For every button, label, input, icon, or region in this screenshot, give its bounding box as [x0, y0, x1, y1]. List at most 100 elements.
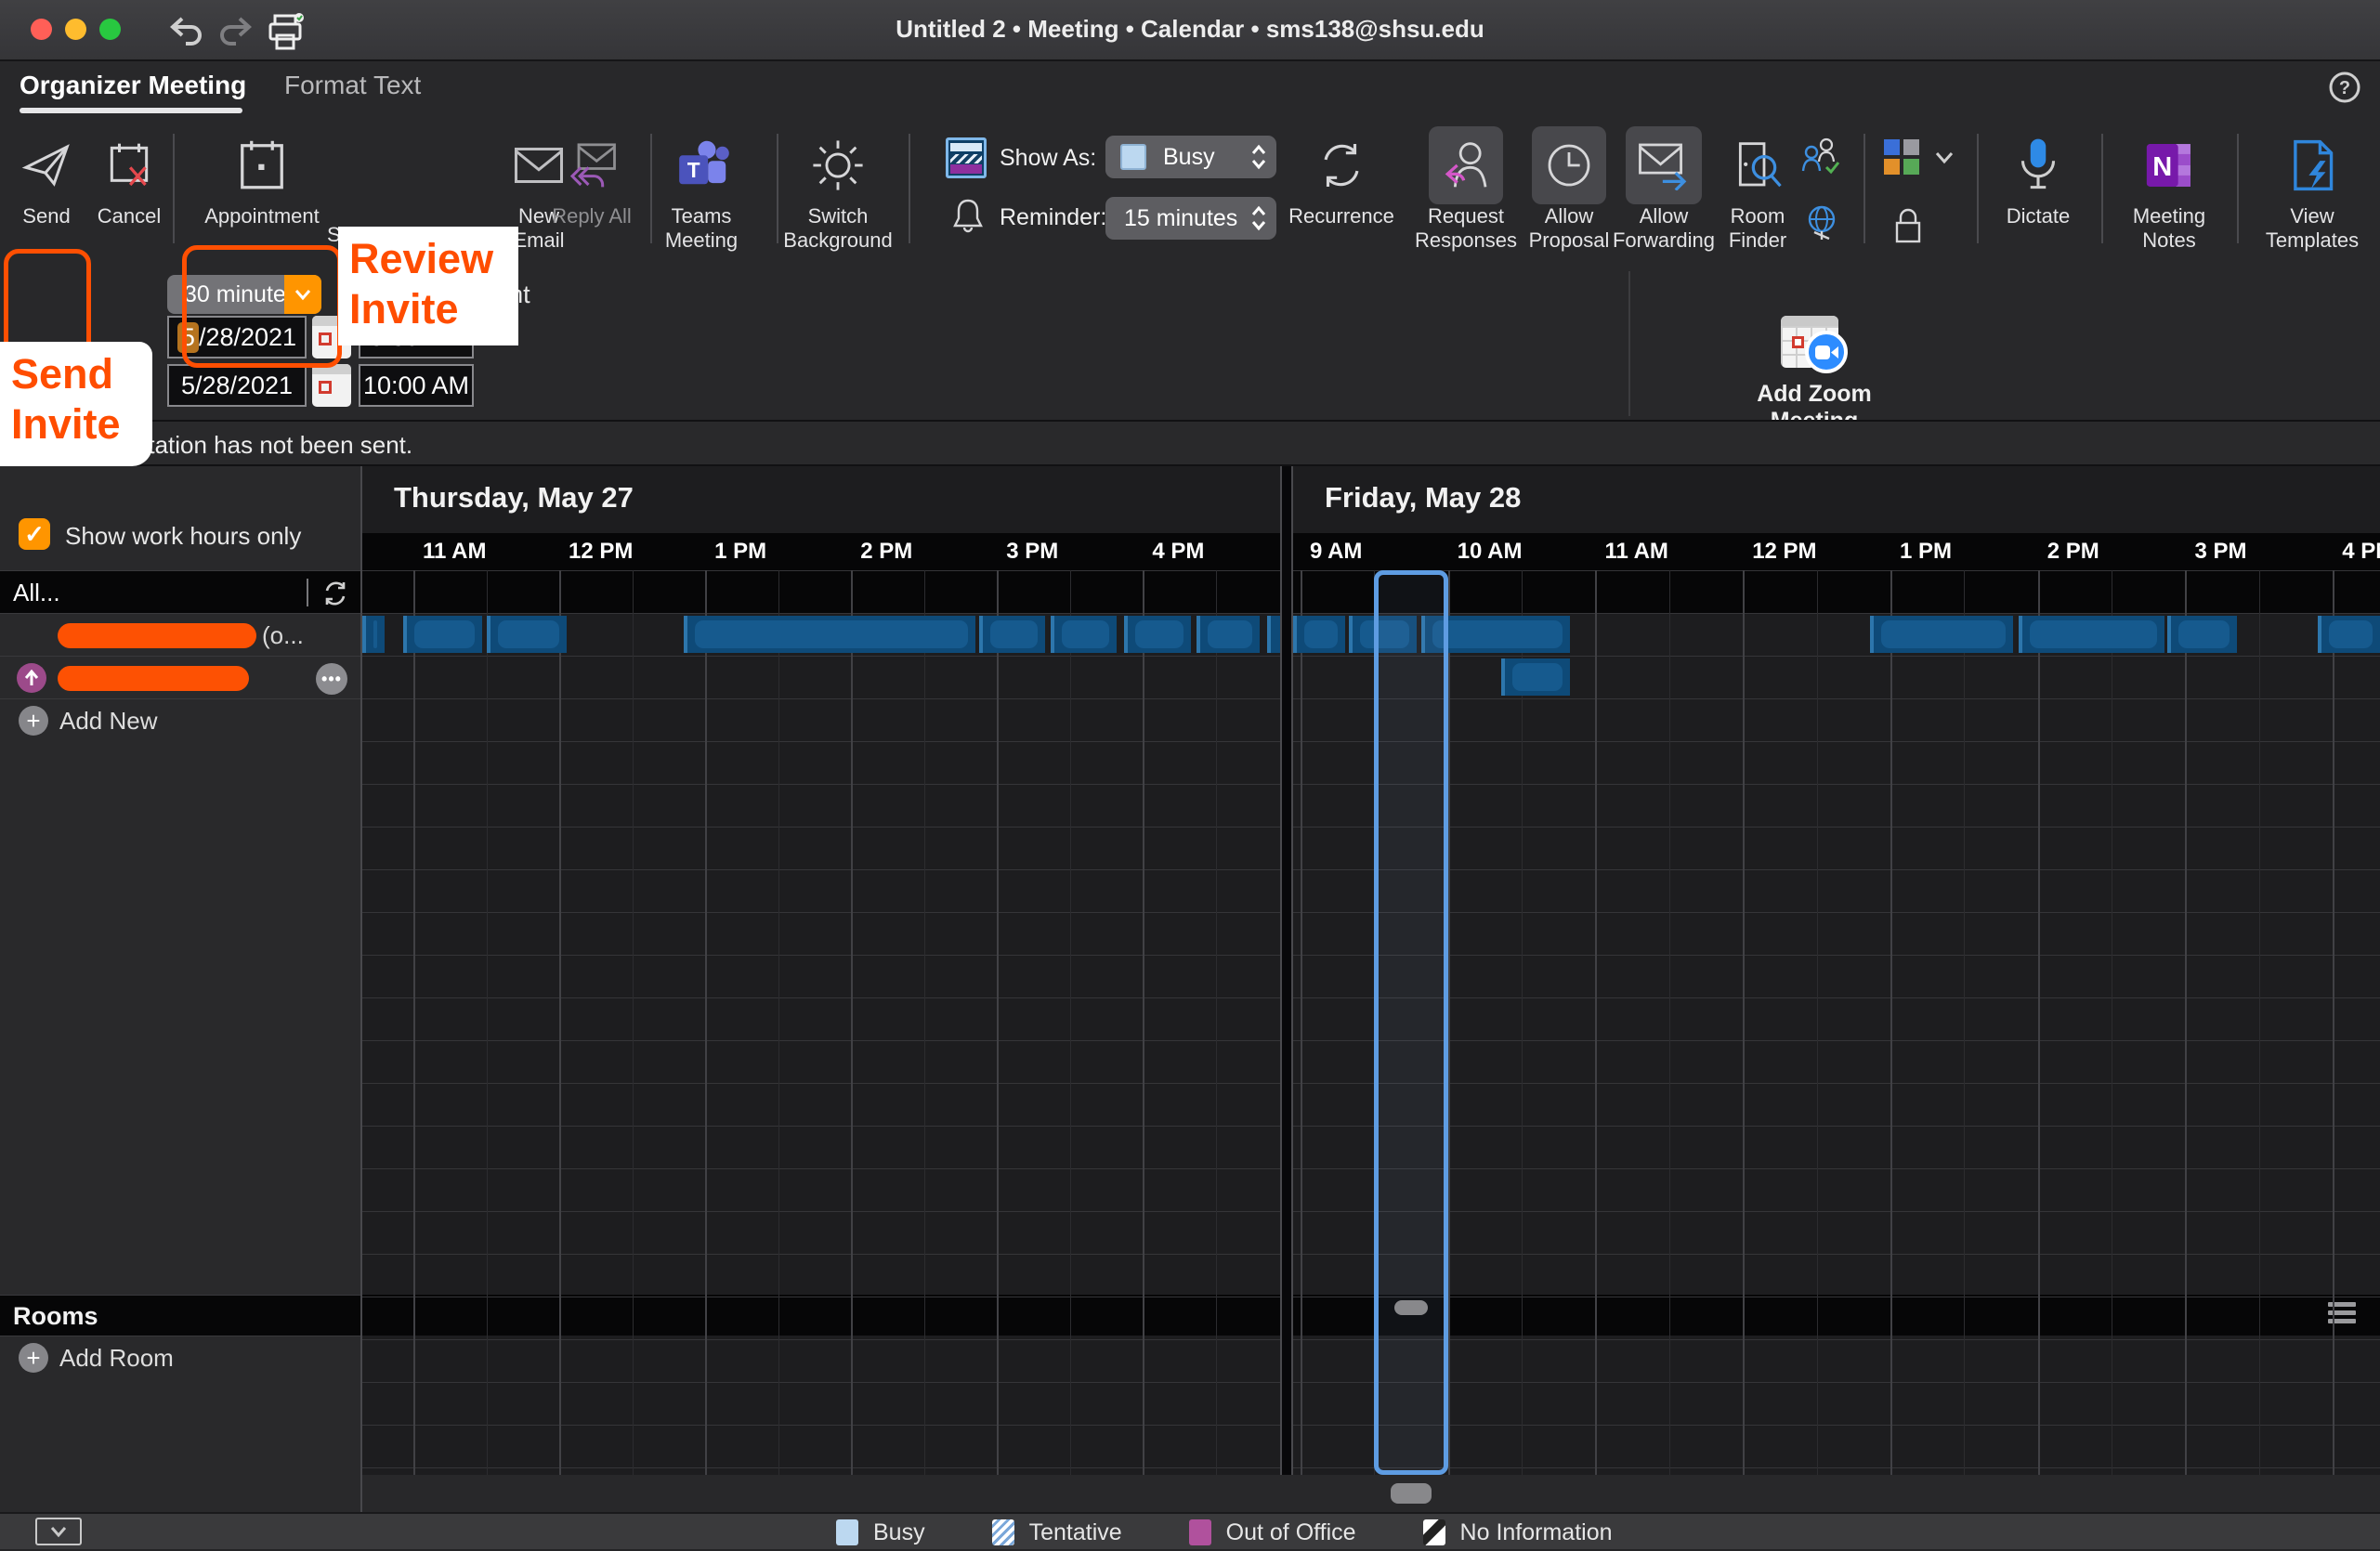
lock-icon[interactable]	[1888, 202, 1929, 247]
annotation-review-invite: Review Invite	[338, 227, 518, 345]
switch-background-icon	[811, 138, 865, 192]
ribbon-tab-bar: Organizer Meeting Format Text ?	[0, 61, 2380, 117]
reminder-dropdown[interactable]: 15 minutes	[1105, 197, 1276, 240]
busy-color-swatch	[1120, 144, 1146, 170]
form-divider	[1628, 271, 1630, 416]
ribbon-divider	[2101, 134, 2103, 243]
busy-segment[interactable]	[2019, 616, 2164, 653]
free-busy-grid[interactable]: Thursday, May 2711 AM12 PM1 PM2 PM3 PM4 …	[362, 466, 2380, 1475]
ribbon-divider	[1977, 134, 1979, 243]
busy-segment[interactable]	[1197, 616, 1260, 653]
busy-segment[interactable]	[1124, 616, 1191, 653]
show-as-label: Show As:	[1000, 145, 1096, 172]
busy-segment[interactable]	[2318, 616, 2380, 653]
reminder-bell-icon	[949, 197, 987, 238]
categorize-button[interactable]	[1882, 137, 1923, 183]
chevron-down-icon[interactable]	[1934, 150, 1955, 165]
busy-segment[interactable]	[1267, 616, 1280, 653]
teams-meeting-button[interactable]: T Teams Meeting	[650, 126, 752, 253]
people-status-icon[interactable]	[1800, 137, 1841, 178]
scrollbar-thumb[interactable]	[1391, 1483, 1432, 1504]
busy-segment[interactable]	[1870, 616, 2013, 653]
add-icon: +	[19, 706, 48, 736]
busy-segment[interactable]	[2167, 616, 2237, 653]
appointment-button[interactable]: Appointment	[197, 126, 327, 228]
busy-segment[interactable]	[1293, 616, 1345, 653]
send-button[interactable]: Send	[7, 126, 85, 228]
work-hours-checkbox[interactable]: ✓	[19, 518, 50, 550]
scheduling-assistant: ✓ Show work hours only All... (o... ••• …	[0, 466, 2380, 1549]
busy-segment[interactable]	[1501, 658, 1571, 696]
out-of-office-swatch	[1189, 1519, 1211, 1545]
svg-text:?: ?	[2339, 78, 2350, 98]
tab-organizer-meeting[interactable]: Organizer Meeting	[20, 71, 246, 100]
day-column[interactable]: Friday, May 289 AM10 AM11 AM12 PM1 PM2 P…	[1293, 466, 2380, 1475]
svg-text:N: N	[2152, 152, 2172, 182]
refresh-icon[interactable]	[321, 580, 349, 607]
tab-format-text[interactable]: Format Text	[284, 71, 421, 100]
time-label: 2 PM	[2047, 539, 2099, 565]
attendee-row[interactable]: •••	[0, 656, 360, 698]
busy-segment[interactable]	[1051, 616, 1117, 653]
busy-segment[interactable]	[979, 616, 1045, 653]
time-label: 3 PM	[1006, 539, 1058, 565]
time-label: 1 PM	[714, 539, 766, 565]
all-attendees-row[interactable]: All...	[0, 570, 360, 613]
selected-time-slot[interactable]	[1374, 570, 1447, 1475]
request-responses-icon	[1440, 139, 1492, 191]
selection-drag-handle[interactable]	[1394, 1300, 1428, 1315]
appointment-icon	[234, 137, 290, 193]
switch-background-button[interactable]: Switch Background	[777, 126, 899, 253]
end-date-field[interactable]: 5/28/2021	[167, 364, 307, 407]
horizontal-scrollbar[interactable]	[362, 1475, 2380, 1512]
add-new-row[interactable]: + Add New	[0, 698, 360, 741]
allow-forwarding-toggle[interactable]: Allow Forwarding	[1603, 126, 1724, 253]
add-new-label: Add New	[59, 707, 158, 736]
organizer-name-suffix: (o...	[262, 621, 304, 650]
recurrence-button[interactable]: Recurrence	[1288, 126, 1395, 228]
request-responses-toggle[interactable]: Request Responses	[1410, 126, 1522, 253]
add-zoom-meeting-button[interactable]: Add Zoom Meeting	[1752, 316, 1877, 435]
add-room-row[interactable]: + Add Room	[0, 1336, 360, 1378]
organizer-row[interactable]: (o...	[0, 613, 360, 656]
legend-bar: Busy Tentative Out of Office No Informat…	[0, 1512, 2380, 1549]
collapse-panel-button[interactable]	[35, 1518, 82, 1545]
day-column[interactable]: Thursday, May 2711 AM12 PM1 PM2 PM3 PM4 …	[362, 466, 1280, 1475]
busy-segment[interactable]	[684, 616, 975, 653]
chevron-down-icon	[49, 1525, 68, 1538]
teams-meeting-icon: T	[673, 138, 730, 192]
sidebar-separator	[307, 579, 308, 606]
busy-segment[interactable]	[487, 616, 567, 653]
room-finder-button[interactable]: Room Finder	[1719, 126, 1797, 253]
meeting-notes-button[interactable]: N Meeting Notes	[2118, 126, 2220, 253]
view-templates-button[interactable]: View Templates	[2254, 126, 2371, 253]
time-label: 12 PM	[569, 539, 633, 565]
busy-segment[interactable]	[403, 616, 482, 653]
allow-proposal-icon	[1543, 139, 1595, 191]
categorize-icon	[1882, 137, 1923, 178]
view-templates-icon	[2286, 138, 2338, 192]
show-as-dropdown[interactable]: Busy	[1105, 136, 1276, 178]
stepper-icon	[1250, 203, 1267, 233]
legend-items: Busy Tentative Out of Office No Informat…	[836, 1514, 1613, 1551]
globe-icon[interactable]	[1802, 202, 1841, 245]
end-date-picker-icon[interactable]	[312, 364, 351, 407]
end-time-field[interactable]: 10:00 AM	[359, 364, 474, 407]
cancel-button[interactable]: Cancel	[89, 126, 169, 228]
title-bar: Untitled 2 • Meeting • Calendar • sms138…	[0, 0, 2380, 61]
dictate-button[interactable]: Dictate	[1994, 126, 2083, 228]
reminder-label: Reminder:	[1000, 204, 1106, 231]
active-tab-underline	[20, 108, 242, 113]
annotation-send-invite: Send Invite	[0, 342, 152, 466]
legend-busy: Busy	[836, 1519, 925, 1546]
help-icon[interactable]: ?	[2326, 69, 2363, 106]
gridline	[1522, 570, 1523, 1475]
gridline	[924, 570, 925, 1475]
reply-all-button[interactable]: Reply All	[550, 126, 634, 228]
attendee-options-button[interactable]: •••	[316, 663, 347, 695]
attendee-sidebar: ✓ Show work hours only All... (o... ••• …	[0, 466, 362, 1512]
gridline	[1890, 570, 1892, 1475]
ribbon-divider	[909, 134, 910, 243]
gridline	[2259, 570, 2260, 1475]
busy-segment[interactable]	[362, 616, 385, 653]
